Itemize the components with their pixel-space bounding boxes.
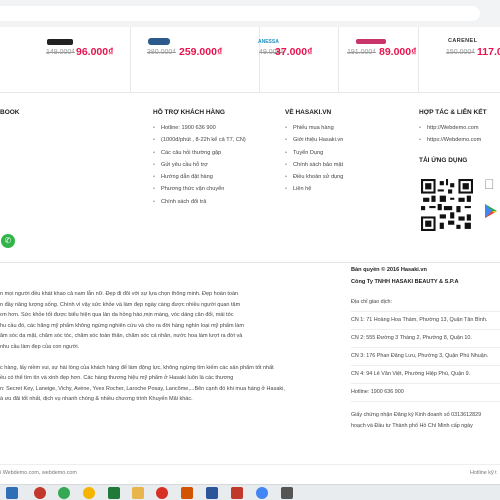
partner-link[interactable]: http://Webdemo.com [419, 122, 481, 135]
support-list: Hotline: 1900 636 900 (1000đ/phút , 8-22… [153, 122, 246, 208]
app-download-title: TẢI ỨNG DỤNG [419, 157, 468, 164]
product-card[interactable]: ANESSA 49.000₫ 37.000₫ [258, 27, 344, 93]
about-line: n mọi người đều khát khao cả nam lẫn nữ.… [0, 291, 239, 297]
about-link[interactable]: Chính sách bảo mật [285, 159, 343, 172]
partner-list: http://Webdemo.com https://Webdemo.com [419, 122, 481, 147]
new-price: 96.000₫ [76, 46, 114, 58]
about-line: ều có thể tìm tín và xinh đẹp hơn. Các h… [0, 375, 234, 382]
address-item: CN 1: 71 Hoàng Hoa Thám, Phường 13, Quận… [351, 312, 500, 330]
qr-code-icon [421, 179, 473, 231]
old-price: 380.000₫ [147, 49, 176, 56]
chrome-icon[interactable] [156, 487, 168, 499]
start-icon[interactable] [6, 487, 18, 499]
about-line: n: Secret Key, Laneige, Vichy, Avène, Yv… [0, 385, 285, 392]
address-item: CN 2: 555 Đường 3 Tháng 2, Phường 8, Quậ… [351, 330, 500, 348]
about-line: hu cầu đó, các hãng mỹ phẩm không ngừng … [0, 322, 244, 329]
about-line: ăm sóc da mặt, chăm sóc tóc, chăm sóc to… [0, 333, 243, 340]
about-line: n đầy năng lượng sống. Chính vì vậy sức … [0, 301, 241, 308]
taskbar-app-icon[interactable] [231, 487, 243, 499]
bottom-bar: i Webdemo.com, webdemo.com Hotline kỹ t [0, 464, 500, 481]
company-name: Công Ty TNHH HASAKI BEAUTY & S.P.A [351, 279, 459, 285]
new-price: 117.0 [477, 46, 500, 58]
license-line: hoạch và Đầu tư Thành phố Hồ Chí Minh cấ… [351, 422, 473, 429]
address-bar[interactable] [0, 6, 480, 21]
address-item: Hotline: 1900 636 900 [351, 384, 500, 402]
product-brand: ANESSA [258, 39, 279, 45]
partner-title: HỢP TÁC & LIÊN KẾT [419, 109, 487, 116]
support-link[interactable]: Phương thức vận chuyển [153, 183, 246, 196]
new-price: 37.000₫ [275, 46, 313, 58]
taskbar-app-icon[interactable] [108, 487, 120, 499]
address-item: CN 3: 176 Phan Đăng Lưu, Phường 3, Quận … [351, 348, 500, 366]
about-line: à ưu đãi tốt nhất, dịch vụ nhanh chóng &… [0, 396, 193, 403]
about-link[interactable]: Phiếu mua hàng [285, 122, 343, 135]
about-link[interactable]: Liên hệ [285, 183, 343, 196]
chrome-icon[interactable] [83, 487, 95, 499]
taskbar-app-icon[interactable] [34, 487, 46, 499]
support-link[interactable]: Hướng dẫn đặt hàng [153, 171, 246, 184]
about-line: ơn hơn. Sức khỏe tốt được biểu hiện qua … [0, 312, 234, 319]
address-list: Địa chỉ giao dịch: CN 1: 71 Hoàng Hoa Th… [351, 294, 500, 402]
about-link[interactable]: Tuyển Dụng [285, 147, 343, 160]
about-link[interactable]: Giới thiệu Hasaki.vn [285, 134, 343, 147]
product-card[interactable]: CARENEL 150.000₫ 117.0 [419, 27, 500, 93]
product-card[interactable]: 191.000₫ 89.000₫ [339, 27, 429, 93]
product-card[interactable]: 149.000₫ 96.000₫ [0, 27, 130, 93]
business-license: Giấy chứng nhận Đăng ký Kinh doanh số 03… [351, 410, 500, 431]
chrome-icon[interactable] [58, 487, 70, 499]
support-link[interactable]: Hotline: 1900 636 900 [153, 122, 246, 135]
product-brand: CARENEL [448, 38, 478, 44]
about-line: c hàng, lấy niềm vui, sự hài lòng của kh… [0, 364, 274, 371]
copyright: Bản quyền © 2016 Hasaki.vn [351, 267, 427, 273]
support-title: HỖ TRỢ KHÁCH HÀNG [153, 109, 225, 116]
about-line: nhu cầu làm đẹp của con người. [0, 343, 80, 350]
apple-store-icon[interactable]:  [484, 177, 495, 191]
browser-top-bar [0, 0, 500, 27]
phone-call-icon[interactable]: ✆ [1, 234, 15, 248]
about-link[interactable]: Điều khoản sử dụng [285, 171, 343, 184]
product-image [47, 39, 73, 45]
support-link: (1000đ/phút , 8-22h kể cả T7, CN) [153, 134, 246, 147]
old-price: 149.000₫ [46, 49, 75, 56]
product-image [148, 38, 170, 45]
product-card[interactable]: 380.000₫ 259.000₫ [131, 27, 259, 93]
about-title: VỀ HASAKI.VN [285, 109, 332, 116]
address-item: CN 4: 94 Lê Văn Việt, Phường Hiệp Phú, Q… [351, 366, 500, 384]
address-item: Địa chỉ giao dịch: [351, 294, 500, 312]
taskbar [0, 484, 500, 500]
bottom-left-text: i Webdemo.com, webdemo.com [0, 470, 77, 476]
support-link[interactable]: Chính sách đổi trả [153, 196, 246, 209]
new-price: 259.000₫ [179, 46, 223, 58]
chrome-icon[interactable] [256, 487, 268, 499]
taskbar-app-icon[interactable] [281, 487, 293, 499]
folder-icon[interactable] [132, 487, 144, 499]
new-price: 89.000₫ [379, 46, 417, 58]
about-text: n mọi người đều khát khao cả nam lẫn nữ.… [0, 289, 344, 405]
support-link[interactable]: Các câu hỏi thường gặp [153, 147, 246, 160]
partner-link[interactable]: https://Webdemo.com [419, 134, 481, 147]
support-link[interactable]: Gửi yêu cầu hỗ trợ [153, 159, 246, 172]
old-price: 150.000₫ [446, 49, 475, 56]
word-icon[interactable] [206, 487, 218, 499]
google-play-icon[interactable] [484, 203, 498, 219]
divider [0, 262, 500, 263]
old-price: 191.000₫ [347, 49, 376, 56]
product-strip: 149.000₫ 96.000₫ 380.000₫ 259.000₫ ANESS… [0, 27, 500, 93]
about-list: Phiếu mua hàng Giới thiệu Hasaki.vn Tuyể… [285, 122, 343, 196]
bottom-right-text: Hotline kỹ t [470, 470, 497, 476]
product-image [356, 39, 386, 44]
taskbar-app-icon[interactable] [181, 487, 193, 499]
facebook-title: BOOK [0, 109, 20, 116]
license-line: Giấy chứng nhận Đăng ký Kinh doanh số 03… [351, 412, 482, 418]
company-info: Bản quyền © 2016 Hasaki.vn Công Ty TNHH … [351, 264, 500, 431]
